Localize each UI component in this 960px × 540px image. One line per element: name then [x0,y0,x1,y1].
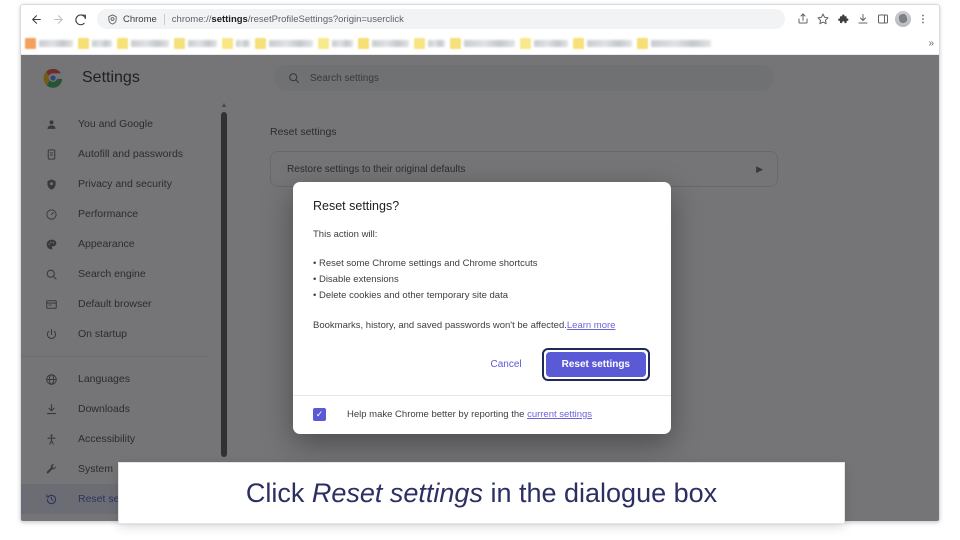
bookmark-favicon-icon [318,38,329,49]
bookmark-item[interactable] [450,38,515,49]
reset-settings-button-focus-ring: Reset settings [541,348,650,381]
avatar [895,11,911,27]
chrome-shield-icon [108,13,117,25]
bookmark-item[interactable] [78,38,112,49]
caption-text: Click Reset settings in the dialogue box [246,478,717,509]
bookmark-item[interactable] [637,38,711,49]
bookmark-label [587,40,632,47]
reset-settings-button[interactable]: Reset settings [545,352,646,377]
bookmark-favicon-icon [450,38,461,49]
dialog-title: Reset settings? [313,199,400,213]
current-settings-link[interactable]: current settings [527,409,592,420]
bookmarks-bar: » [21,33,939,55]
bookmark-favicon-icon [78,38,89,49]
bookmark-item[interactable] [358,38,409,49]
dialog-note-text: Bookmarks, history, and saved passwords … [313,320,567,331]
more-menu-icon[interactable] [913,9,933,29]
caption-prefix: Click [245,477,312,508]
bookmark-label [236,40,250,47]
bookmark-label [188,40,217,47]
bookmark-favicon-icon [414,38,425,49]
dialog-body: Reset settings? This action will: • Rese… [293,182,671,395]
bookmark-item[interactable] [255,38,313,49]
bookmark-item[interactable] [318,38,353,49]
reset-settings-dialog: Reset settings? This action will: • Rese… [293,182,671,434]
omnibox-scheme-label: Chrome [123,13,157,25]
chrome-settings-page: Settings You and GoogleAutofill and pass… [21,55,939,521]
bookmark-favicon-icon [117,38,128,49]
dialog-intro-text: This action will: [313,229,378,240]
bookmark-label [464,40,515,47]
profile-avatar-icon[interactable] [893,9,913,29]
bookmark-favicon-icon [174,38,185,49]
dialog-footer: ✓ Help make Chrome better by reporting t… [293,395,671,434]
dialog-bullet: • Reset some Chrome settings and Chrome … [313,258,538,269]
downloads-icon[interactable] [853,9,873,29]
dialog-bullet: • Delete cookies and other temporary sit… [313,290,509,301]
bookmark-favicon-icon [25,38,36,49]
bookmark-item[interactable] [174,38,217,49]
back-button[interactable] [25,8,47,30]
bookmark-label [269,40,313,47]
bookmark-favicon-icon [520,38,531,49]
bookmark-label [534,40,568,47]
bookmark-item[interactable] [25,38,73,49]
bookmark-label [372,40,409,47]
browser-window: Chrome chrome://settings/resetProfileSet… [20,4,940,522]
bookmark-item[interactable] [573,38,632,49]
learn-more-link[interactable]: Learn more [567,320,616,331]
forward-button[interactable] [47,8,69,30]
bookmark-label [92,40,112,47]
bookmark-item[interactable] [117,38,169,49]
dialog-bullet-list: • Reset some Chrome settings and Chrome … [313,256,651,304]
address-bar[interactable]: Chrome chrome://settings/resetProfileSet… [97,9,785,29]
bookmark-favicon-icon [637,38,648,49]
bookmark-item[interactable] [520,38,568,49]
report-settings-text: Help make Chrome better by reporting the [347,409,528,420]
cancel-button[interactable]: Cancel [477,352,535,377]
browser-toolbar: Chrome chrome://settings/resetProfileSet… [21,5,939,33]
caption-banner: Click Reset settings in the dialogue box [118,462,845,524]
omnibox-url-text: chrome://settings/resetProfileSettings?o… [171,13,404,25]
omnibox-divider [163,13,165,25]
bookmark-label [131,40,169,47]
bookmark-item[interactable] [222,38,250,49]
caption-suffix: in the dialogue box [482,477,718,508]
caption-emphasis: Reset settings [311,477,483,508]
share-icon[interactable] [793,9,813,29]
side-panel-icon[interactable] [873,9,893,29]
report-settings-label: Help make Chrome better by reporting the… [347,409,592,420]
bookmark-label [428,40,445,47]
bookmark-star-icon[interactable] [813,9,833,29]
report-settings-checkbox[interactable]: ✓ [313,408,326,421]
dialog-actions: Cancel Reset settings [313,348,651,381]
bookmark-favicon-icon [255,38,266,49]
dialog-bullet: • Disable extensions [313,274,399,285]
bookmark-label [39,40,73,47]
reload-button[interactable] [69,8,91,30]
bookmark-label [651,40,711,47]
bookmark-item[interactable] [414,38,445,49]
bookmark-favicon-icon [358,38,369,49]
bookmark-favicon-icon [573,38,584,49]
extensions-puzzle-icon[interactable] [833,9,853,29]
bookmark-overflow-icon[interactable]: » [928,38,934,50]
bookmark-favicon-icon [222,38,233,49]
bookmark-label [332,40,353,47]
dialog-note: Bookmarks, history, and saved passwords … [313,320,651,331]
